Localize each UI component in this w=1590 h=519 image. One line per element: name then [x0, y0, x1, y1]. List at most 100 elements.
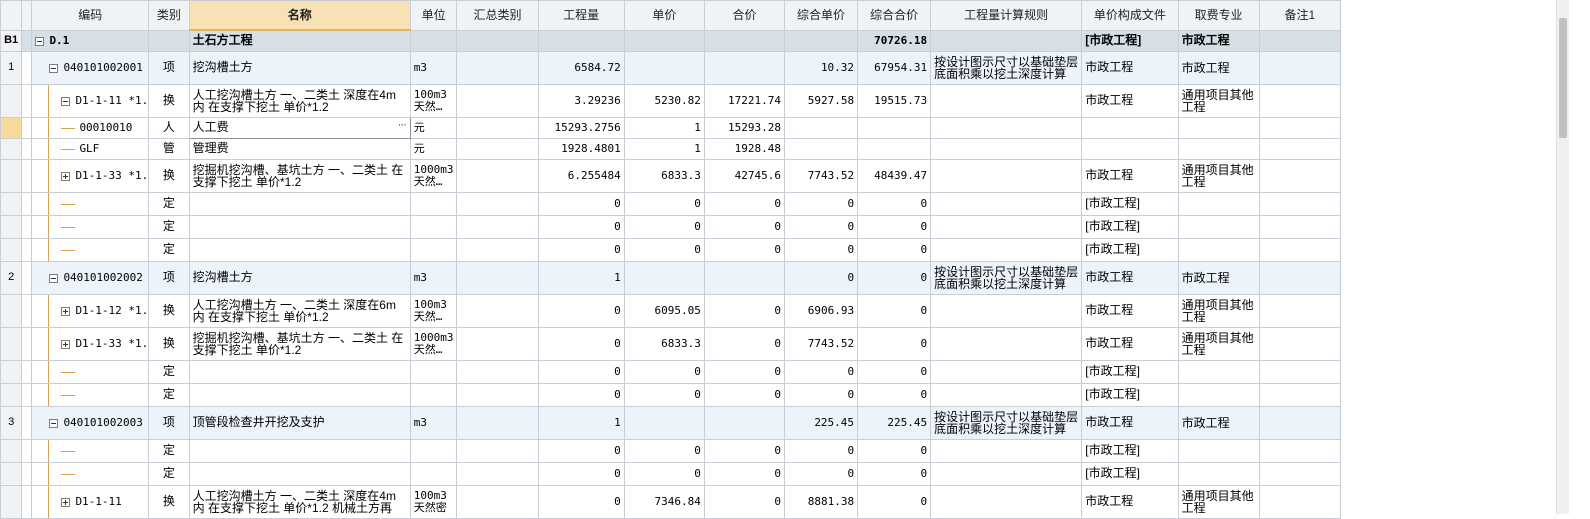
summary-category-cell[interactable]: [456, 50, 539, 85]
name-cell[interactable]: [188, 214, 411, 239]
code-cell[interactable]: 040101002002: [31, 260, 150, 295]
code-cell[interactable]: D1-1-11 *1.2: [31, 83, 150, 118]
cost-file-cell[interactable]: 市政工程: [1081, 260, 1179, 295]
summary-category-cell[interactable]: [456, 83, 539, 118]
summary-category-cell[interactable]: [456, 359, 539, 384]
composite-total-cell[interactable]: 0: [857, 191, 932, 216]
composite-unit-price-cell[interactable]: 0: [784, 438, 859, 463]
quota-row[interactable]: 定 0 0 0 0 0 [市政工程]: [0, 382, 1342, 407]
unit-cell[interactable]: 1000m3 天然…: [409, 158, 458, 193]
collapse-icon[interactable]: [49, 63, 59, 73]
ellipsis-button[interactable]: ···: [398, 119, 407, 132]
quantity-cell[interactable]: 0: [537, 438, 625, 463]
name-edit-cell[interactable]: 人工费 ···: [188, 116, 411, 139]
fee-specialty-cell[interactable]: [1177, 438, 1260, 463]
row-header[interactable]: [0, 438, 23, 463]
vertical-scrollbar[interactable]: [1556, 0, 1569, 514]
summary-category-cell[interactable]: [456, 237, 539, 262]
row-header[interactable]: [0, 237, 23, 262]
type-cell[interactable]: [148, 29, 190, 52]
name-cell[interactable]: [188, 438, 411, 463]
remark-cell[interactable]: [1258, 214, 1342, 239]
cost-file-cell[interactable]: [市政工程]: [1081, 359, 1179, 384]
quantity-cell[interactable]: 15293.2756: [537, 116, 625, 139]
fee-specialty-cell[interactable]: 通用项目其他工程: [1177, 158, 1260, 193]
code-cell[interactable]: D1-1-12 *1.2: [31, 293, 150, 328]
unit-cell[interactable]: 100m3 天然…: [409, 293, 458, 328]
composite-total-cell[interactable]: 0: [857, 359, 932, 384]
unit-cell[interactable]: 1000m3 天然…: [409, 326, 458, 361]
quantity-cell[interactable]: 0: [537, 191, 625, 216]
code-cell[interactable]: 040101002001: [31, 50, 150, 85]
amount-cell[interactable]: [703, 260, 786, 295]
name-cell[interactable]: [188, 461, 411, 486]
quantity-rule-cell[interactable]: [930, 382, 1083, 407]
unit-price-cell[interactable]: 1: [623, 116, 705, 139]
section-specialty[interactable]: 市政工程: [1177, 29, 1260, 52]
type-cell[interactable]: 定: [148, 214, 190, 239]
bill-item-row[interactable]: 3 040101002003 项顶管段检查井开挖及支护 m3 1 225.45 225.45…: [0, 405, 1342, 440]
corner-cell[interactable]: [0, 0, 23, 31]
price-cell[interactable]: [623, 29, 705, 52]
unit-price-cell[interactable]: 7346.84: [623, 484, 705, 519]
type-cell[interactable]: 定: [148, 461, 190, 486]
row-header[interactable]: 1: [0, 50, 23, 85]
composite-unit-price-cell[interactable]: 0: [784, 461, 859, 486]
cost-file-cell[interactable]: [市政工程]: [1081, 438, 1179, 463]
name-cell[interactable]: [188, 359, 411, 384]
composite-total-cell[interactable]: 0: [857, 484, 932, 519]
code-cell[interactable]: 00010010: [31, 116, 150, 139]
summary-category-cell[interactable]: [456, 293, 539, 328]
type-cell[interactable]: 换: [148, 158, 190, 193]
quantity-cell[interactable]: 3.29236: [537, 83, 625, 118]
quota-row[interactable]: D1-1-33 *1.2 换挖掘机挖沟槽、基坑土方 一、二类土 在支撑下挖土 单价…: [0, 326, 1342, 361]
remark-cell[interactable]: [1258, 382, 1342, 407]
composite-unit-price-cell[interactable]: 225.45: [784, 405, 859, 440]
name-cell[interactable]: 人工挖沟槽土方 一、二类土 深度在4m内 在支撑下挖土 单价*1.2 机械土方再: [188, 484, 411, 519]
unit-cell[interactable]: [409, 29, 458, 52]
composite-total-cell[interactable]: 19515.73: [857, 83, 932, 118]
code-cell[interactable]: D1-1-33 *1.2: [31, 158, 150, 193]
quantity-cell[interactable]: 1: [537, 405, 625, 440]
summary-category-cell[interactable]: [456, 116, 539, 139]
col-header-composite-total[interactable]: 综合合价: [857, 0, 932, 31]
cost-file-cell[interactable]: [市政工程]: [1081, 214, 1179, 239]
fee-specialty-cell[interactable]: [1177, 191, 1260, 216]
type-cell[interactable]: 换: [148, 83, 190, 118]
unit-cell[interactable]: [409, 359, 458, 384]
quantity-cell[interactable]: 0: [537, 359, 625, 384]
amount-cell[interactable]: 0: [703, 438, 786, 463]
type-cell[interactable]: 定: [148, 382, 190, 407]
cost-file-cell[interactable]: 市政工程: [1081, 326, 1179, 361]
type-cell[interactable]: 定: [148, 191, 190, 216]
unit-cell[interactable]: m3: [409, 50, 458, 85]
quantity-rule-cell[interactable]: [930, 484, 1083, 519]
cost-file-cell[interactable]: [1081, 137, 1179, 160]
code-cell[interactable]: [31, 237, 150, 262]
resource-row[interactable]: 00010010 人人工费 ··· 元 15293.2756 1 15293.28: [0, 116, 1342, 139]
composite-total-cell[interactable]: 0: [857, 237, 932, 262]
fee-specialty-cell[interactable]: [1177, 137, 1260, 160]
unit-cell[interactable]: m3: [409, 405, 458, 440]
cost-file-cell[interactable]: 市政工程: [1081, 484, 1179, 519]
composite-total-cell[interactable]: [857, 116, 932, 139]
unit-price-cell[interactable]: 0: [623, 438, 705, 463]
cost-file-cell[interactable]: [市政工程]: [1081, 191, 1179, 216]
remark-cell[interactable]: [1258, 461, 1342, 486]
type-cell[interactable]: 换: [148, 326, 190, 361]
col-header-remark1[interactable]: 备注1: [1258, 0, 1342, 31]
remark-cell[interactable]: [1258, 260, 1342, 295]
unit-price-cell[interactable]: 0: [623, 191, 705, 216]
quantity-cell[interactable]: [537, 29, 625, 52]
quantity-rule-cell[interactable]: [930, 158, 1083, 193]
fee-specialty-cell[interactable]: 通用项目其他工程: [1177, 83, 1260, 118]
composite-unit-price-cell[interactable]: 7743.52: [784, 326, 859, 361]
row-header[interactable]: [0, 359, 23, 384]
composite-unit-price-cell[interactable]: 6906.93: [784, 293, 859, 328]
composite-total-cell[interactable]: 0: [857, 214, 932, 239]
fee-specialty-cell[interactable]: 市政工程: [1177, 405, 1260, 440]
quantity-rule-cell[interactable]: [930, 214, 1083, 239]
rule-cell[interactable]: [930, 29, 1083, 52]
code-cell[interactable]: [31, 382, 150, 407]
quantity-rule-cell[interactable]: [930, 191, 1083, 216]
